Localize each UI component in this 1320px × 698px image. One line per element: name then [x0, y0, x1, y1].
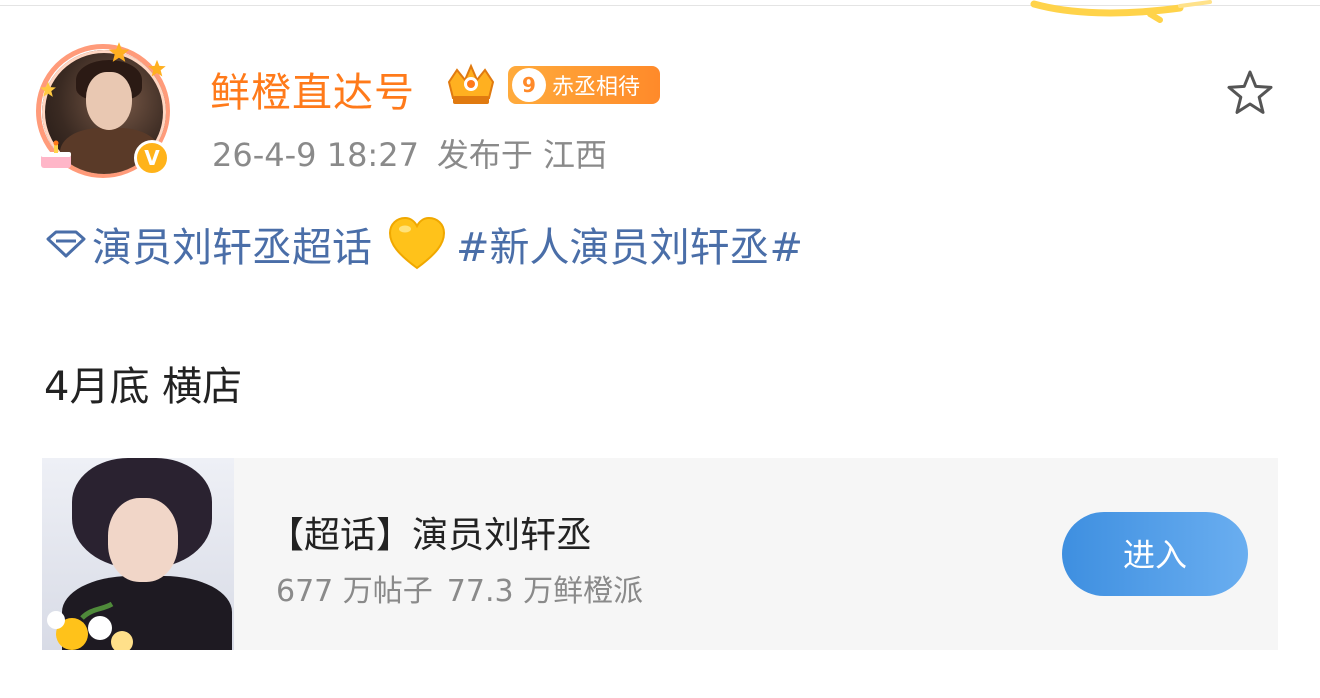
star-decoration-icon — [40, 81, 56, 97]
crown-badge-icon[interactable] — [443, 62, 499, 110]
post-page: V 鲜橙直达号 9 赤丞相待 26-4-9 18:27 发布于 江西 演员刘轩丞超话… — [0, 0, 1320, 698]
favorite-star-icon[interactable] — [1222, 66, 1278, 122]
fan-level-number: 9 — [512, 68, 546, 102]
star-decoration-icon — [108, 42, 130, 62]
super-topic-link[interactable]: 演员刘轩丞超话 — [92, 215, 372, 273]
post-location: 江西 — [542, 136, 607, 174]
star-decoration-icon — [148, 59, 166, 77]
flower-bouquet — [47, 601, 133, 650]
author-name[interactable]: 鲜橙直达号 — [210, 60, 415, 118]
diamond-icon — [46, 230, 86, 258]
fans-count: 77.3 万鲜橙派 — [446, 574, 644, 609]
cake-decoration-icon — [41, 140, 71, 168]
super-topic-title: 【超话】演员刘轩丞 — [268, 515, 593, 556]
topic-line: 演员刘轩丞超话 #新人演员刘轩丞# — [44, 216, 803, 272]
post-text: 4月底 横店 — [44, 364, 243, 410]
post-meta: 26-4-9 18:27 发布于 江西 — [212, 130, 625, 176]
verified-badge: V — [134, 140, 170, 176]
hashtag-link[interactable]: #新人演员刘轩丞# — [456, 215, 803, 273]
fan-level-title: 赤丞相待 — [552, 75, 641, 100]
enter-button[interactable]: 进入 — [1062, 512, 1248, 596]
fan-level-badge[interactable]: 9 赤丞相待 — [508, 66, 660, 104]
super-topic-card[interactable]: 【超话】演员刘轩丞 677 万帖子 77.3 万鲜橙派 进入 — [42, 458, 1278, 650]
super-topic-stats: 677 万帖子 77.3 万鲜橙派 — [276, 566, 657, 610]
super-topic-thumbnail — [42, 458, 234, 650]
author-avatar[interactable]: V — [34, 40, 176, 182]
yellow-heart-icon — [388, 216, 446, 270]
location-prefix: 发布于 — [436, 136, 533, 174]
post-timestamp: 26-4-9 18:27 — [212, 136, 419, 174]
posts-count: 677 万帖子 — [276, 574, 433, 609]
decorative-scribble — [1030, 0, 1212, 23]
